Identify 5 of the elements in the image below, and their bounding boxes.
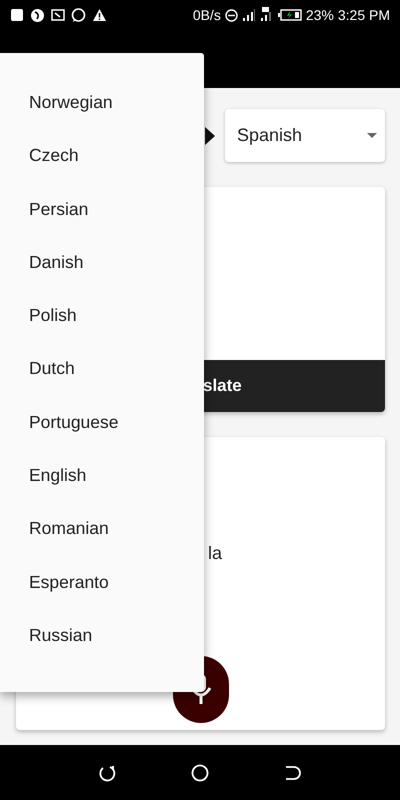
output-text: la (208, 543, 222, 564)
clock: 3:25 PM (338, 7, 390, 23)
network-speed: 0B/s (192, 7, 221, 23)
battery-percentage: 23% (306, 7, 334, 23)
dropdown-value: Spanish (237, 125, 302, 146)
